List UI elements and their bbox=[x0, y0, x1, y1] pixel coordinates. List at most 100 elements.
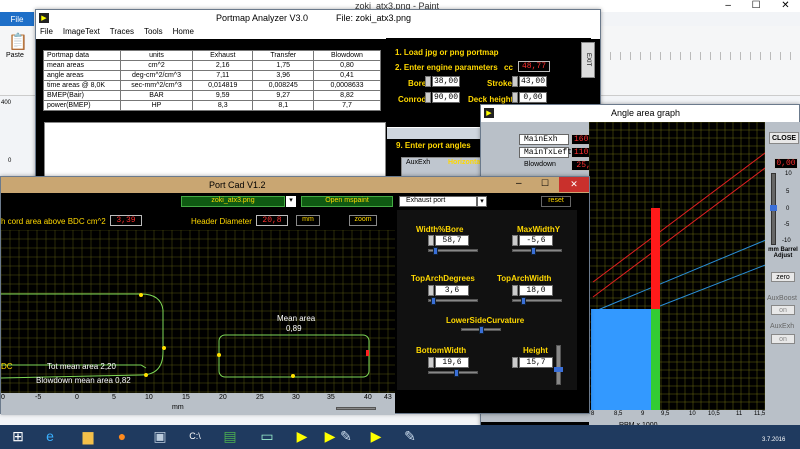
deck-height-label: Deck height bbox=[468, 95, 514, 104]
mean-area-value: 0,89 bbox=[286, 324, 302, 333]
menu-file[interactable]: File bbox=[40, 27, 53, 39]
labview-icon-1[interactable]: ▶ bbox=[290, 425, 314, 447]
control-point[interactable] bbox=[291, 374, 295, 378]
width-bore-spinner[interactable] bbox=[428, 235, 434, 246]
conrod-spinner[interactable] bbox=[425, 92, 431, 103]
zoom-button[interactable]: zoom bbox=[349, 215, 377, 226]
top-arch-degrees-field[interactable]: 3,6 bbox=[435, 285, 469, 296]
paint-window-controls[interactable]: – ☐ ✕ bbox=[715, 0, 800, 12]
mean-area-label: Mean area bbox=[277, 314, 316, 323]
paint-file-tab[interactable]: File bbox=[0, 12, 34, 26]
file-select[interactable]: zoki_atx3.png bbox=[181, 196, 285, 207]
menu-traces[interactable]: Traces bbox=[110, 27, 134, 39]
exit-button[interactable]: EXIT bbox=[581, 42, 595, 78]
deck-height-spinner[interactable] bbox=[512, 92, 518, 103]
top-arch-width-slider[interactable] bbox=[512, 299, 562, 302]
minimize-icon[interactable]: – bbox=[725, 0, 731, 12]
close-icon[interactable]: ✕ bbox=[559, 177, 589, 192]
maximize-icon[interactable]: ☐ bbox=[541, 178, 549, 189]
height-slider[interactable] bbox=[556, 345, 561, 385]
top-arch-width-spinner[interactable] bbox=[512, 285, 518, 296]
reset-button[interactable]: reset bbox=[541, 196, 571, 207]
open-mspaint-button[interactable]: Open mspaint bbox=[301, 196, 393, 207]
width-bore-field[interactable]: 58,7 bbox=[435, 235, 469, 246]
table-cell: 0,014819 bbox=[191, 80, 254, 91]
mm-button[interactable]: mm bbox=[296, 215, 320, 226]
deck-height-field[interactable]: 0,00 bbox=[519, 92, 547, 103]
menu-imagetext[interactable]: ImageText bbox=[63, 27, 100, 39]
bottom-width-slider[interactable] bbox=[428, 371, 478, 374]
control-point[interactable] bbox=[139, 293, 143, 297]
top-arch-width-thumb[interactable] bbox=[521, 297, 526, 305]
bottom-width-thumb[interactable] bbox=[454, 369, 459, 377]
paint-icon-2[interactable]: ✎ bbox=[398, 425, 422, 447]
monitor-icon[interactable]: ▭ bbox=[255, 425, 279, 447]
top-arch-degrees-spinner[interactable] bbox=[428, 285, 434, 296]
lower-side-curvature-thumb[interactable] bbox=[479, 326, 484, 334]
auxexh-toggle[interactable]: on bbox=[771, 334, 795, 344]
max-width-y-thumb[interactable] bbox=[531, 247, 536, 255]
maximize-icon[interactable]: ☐ bbox=[752, 0, 761, 12]
top-arch-width-label: TopArchWidth bbox=[497, 274, 552, 283]
paint-ruler-tick: 400 bbox=[1, 100, 12, 106]
ie-icon[interactable]: e bbox=[38, 425, 62, 447]
height-spinner[interactable] bbox=[512, 357, 518, 368]
menu-tools[interactable]: Tools bbox=[144, 27, 163, 39]
control-point[interactable] bbox=[217, 353, 221, 357]
zero-button[interactable]: zero bbox=[771, 272, 795, 282]
blowdown-mean-label: Blowdown mean area 0,82 bbox=[36, 376, 131, 385]
auxboost-toggle[interactable]: on bbox=[771, 305, 795, 315]
table-cell: time areas @ 8,0K bbox=[43, 80, 121, 91]
minimize-icon[interactable]: – bbox=[516, 178, 522, 189]
spreadsheet-icon[interactable]: ▤ bbox=[218, 425, 242, 447]
mainexh-select[interactable]: MainExh bbox=[519, 134, 569, 145]
max-width-y-slider[interactable] bbox=[512, 249, 562, 252]
height-thumb[interactable] bbox=[554, 367, 563, 372]
blowdown-label: Blowdown bbox=[524, 161, 556, 168]
height-field[interactable]: 15,7 bbox=[519, 357, 553, 368]
bore-spinner[interactable] bbox=[425, 76, 431, 87]
width-bore-thumb[interactable] bbox=[433, 247, 438, 255]
top-arch-width-field[interactable]: 18,0 bbox=[519, 285, 553, 296]
max-width-y-spinner[interactable] bbox=[512, 235, 518, 246]
close-icon[interactable]: ✕ bbox=[781, 0, 789, 12]
start-button[interactable]: ⊞ bbox=[6, 425, 30, 447]
max-width-y-field[interactable]: -5,6 bbox=[519, 235, 553, 246]
table-cell: sec-mm^2/cm^3 bbox=[120, 80, 193, 91]
close-button[interactable]: CLOSE bbox=[769, 132, 799, 144]
conrod-field[interactable]: 90,00 bbox=[432, 92, 460, 103]
bore-field[interactable]: 38,00 bbox=[432, 76, 460, 87]
cord-area-value: 3,39 bbox=[110, 215, 142, 226]
control-point[interactable] bbox=[144, 373, 148, 377]
paste-icon[interactable]: 📋 bbox=[8, 32, 28, 52]
top-arch-degrees-thumb[interactable] bbox=[431, 297, 436, 305]
maintxleft-select[interactable]: MainTxLeft bbox=[519, 147, 572, 158]
bottom-width-spinner[interactable] bbox=[428, 357, 434, 368]
menu-home[interactable]: Home bbox=[173, 27, 194, 39]
port-select-arrow[interactable]: ▾ bbox=[477, 196, 487, 207]
cmd-icon[interactable]: C:\ bbox=[183, 425, 207, 447]
stroke-spinner[interactable] bbox=[512, 76, 518, 87]
x-tick: 11 bbox=[736, 411, 743, 417]
paint-icon[interactable]: ✎ bbox=[334, 425, 358, 447]
control-point[interactable] bbox=[162, 346, 166, 350]
auxboost-label: AuxBoost bbox=[767, 295, 797, 302]
firefox-icon[interactable]: ● bbox=[110, 425, 134, 447]
bottom-width-field[interactable]: 19,6 bbox=[435, 357, 469, 368]
horizontal-label: Horizonta bbox=[448, 159, 481, 166]
file-select-arrow[interactable]: ▾ bbox=[286, 196, 296, 207]
network-icon[interactable]: ▣ bbox=[148, 425, 172, 447]
table-cell: cm^2 bbox=[120, 60, 193, 71]
port-select[interactable]: Exhaust port bbox=[399, 196, 477, 207]
folder-icon[interactable]: ▆ bbox=[76, 425, 100, 447]
cc-value[interactable]: 48,77 bbox=[518, 61, 550, 72]
portmap-image-area[interactable] bbox=[44, 122, 386, 178]
paste-label[interactable]: Paste bbox=[6, 52, 24, 59]
labview-icon-3[interactable]: ▶ bbox=[364, 425, 388, 447]
lower-side-curvature-label: LowerSideCurvature bbox=[446, 316, 525, 325]
transfer-bar bbox=[651, 309, 660, 413]
cad-zoom-slider[interactable] bbox=[336, 407, 376, 410]
header-diameter-value[interactable]: 20,8 bbox=[256, 215, 288, 226]
barrel-slider-thumb[interactable] bbox=[770, 205, 777, 211]
stroke-field[interactable]: 43,00 bbox=[519, 76, 547, 87]
